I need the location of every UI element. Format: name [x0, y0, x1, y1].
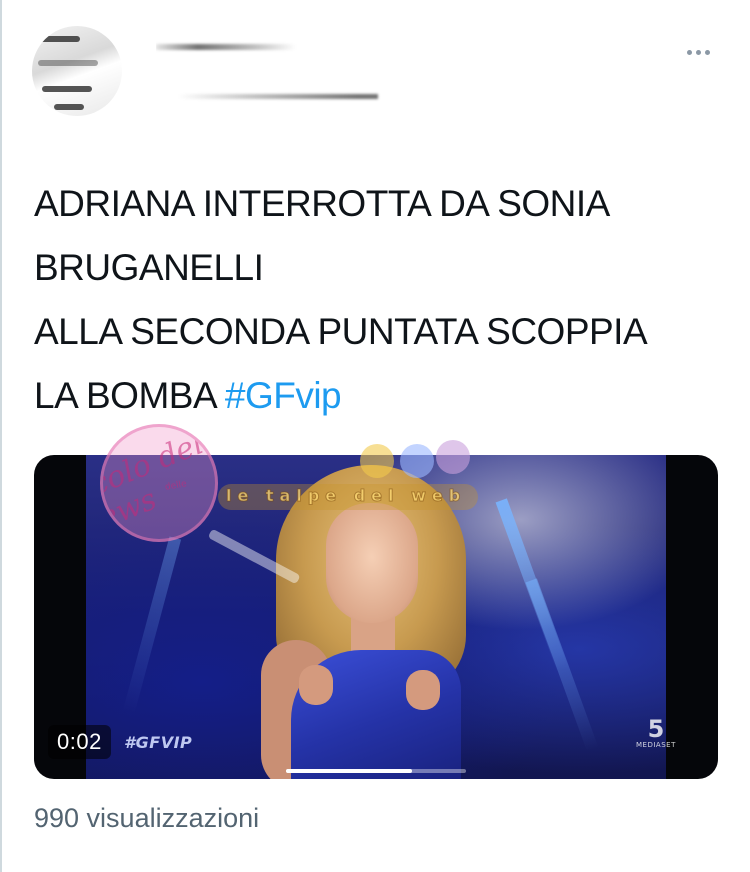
user-display-name[interactable] [156, 38, 306, 54]
tweet-text-line: LA BOMBA #GFvip [34, 364, 724, 428]
view-count: 990 visualizzazioni [34, 803, 260, 833]
video-hashtag-overlay: #GFVIP [124, 733, 193, 752]
more-horizontal-icon [686, 49, 692, 55]
video-progress-fill [286, 769, 412, 773]
watermark-vicolo-logo: Vicolo delle News delle [100, 424, 218, 542]
tweet-header [28, 22, 728, 132]
hashtag-link[interactable]: #GFvip [225, 375, 342, 416]
video-progress-bar[interactable] [286, 769, 466, 773]
video-elapsed-time: 0:02 [48, 725, 111, 759]
avatar[interactable] [32, 26, 122, 116]
video-subject [261, 465, 491, 779]
tweet-text-line: ADRIANA INTERROTTA DA SONIA [34, 183, 610, 224]
more-options-button[interactable] [680, 40, 716, 64]
watermark-talpe-banner: le talpe del web [218, 484, 478, 510]
tweet-text-line: ALLA SECONDA PUNTATA SCOPPIA [34, 311, 648, 352]
timeline-border [0, 0, 2, 872]
tweet-text-line: BRUGANELLI [34, 247, 264, 288]
user-handle[interactable] [178, 90, 398, 104]
tweet-text: ADRIANA INTERROTTA DA SONIA BRUGANELLI A… [34, 172, 724, 428]
network-logo: 5 MEDIASET [636, 715, 676, 749]
tweet-text-segment: LA BOMBA [34, 375, 225, 416]
watermark-cartoon-icon [360, 440, 470, 484]
